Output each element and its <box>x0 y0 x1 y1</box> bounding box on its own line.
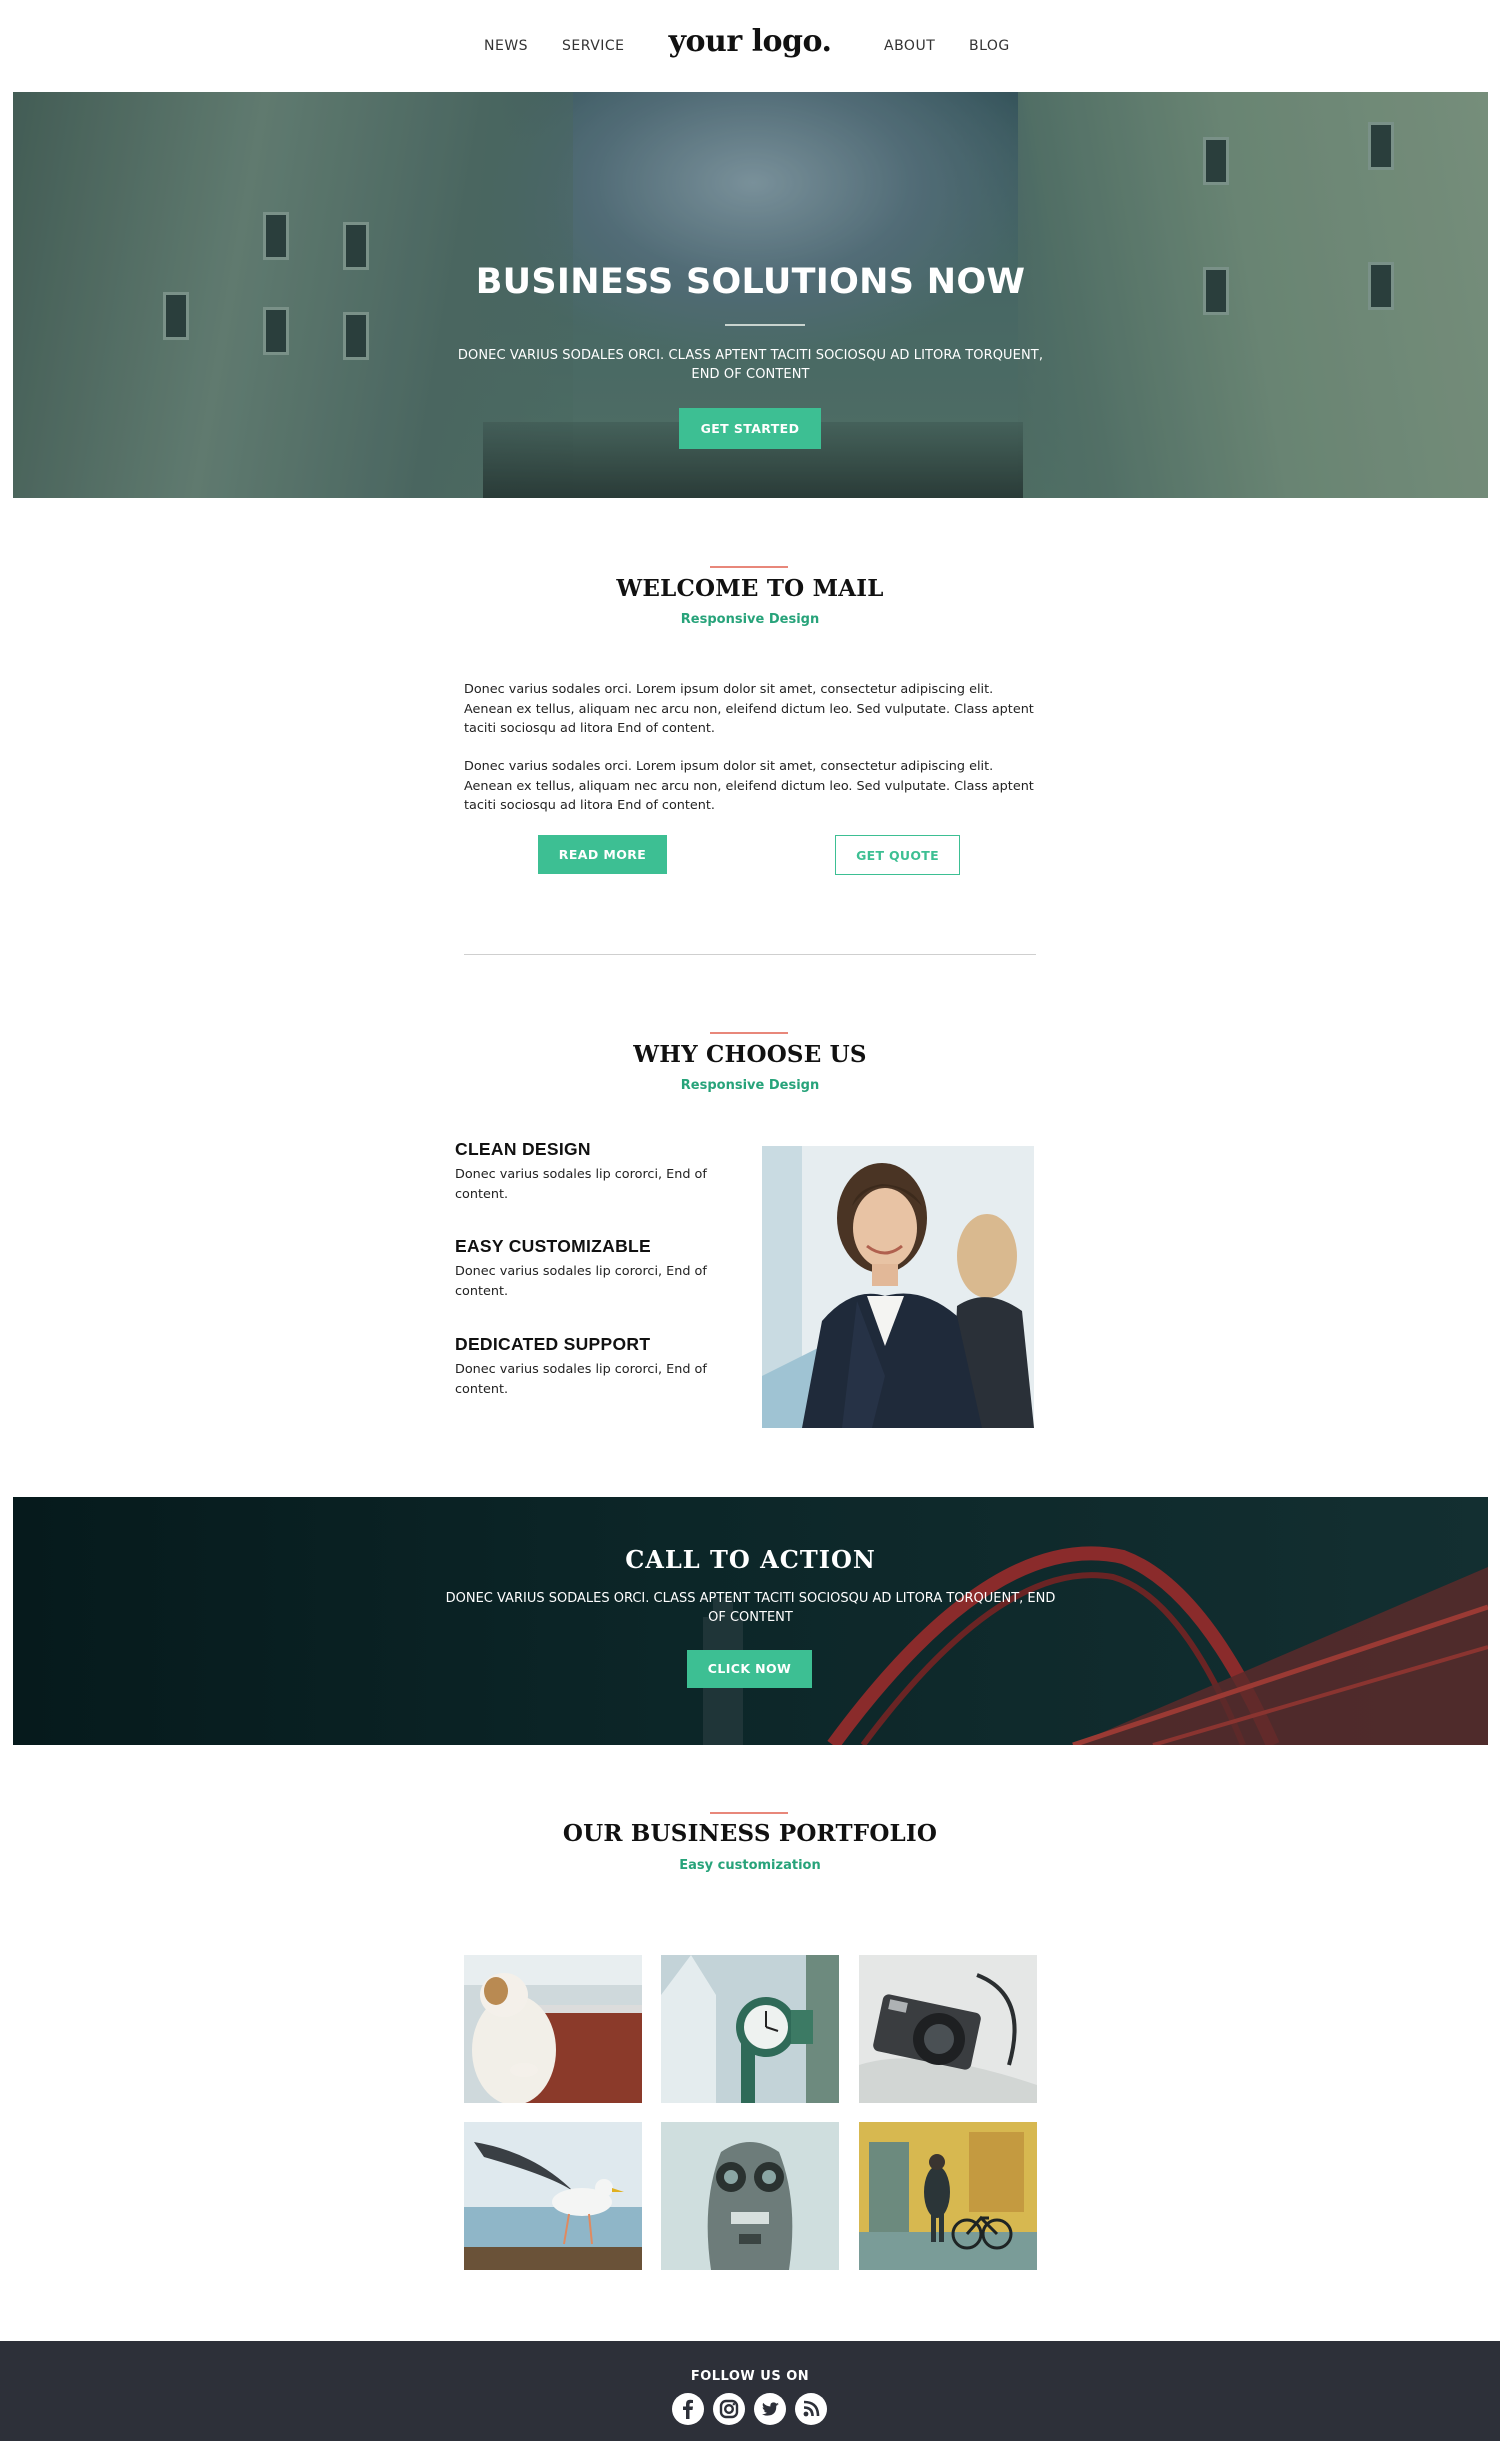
nav-link-blog[interactable]: BLOG <box>969 38 1010 54</box>
portfolio-image-binoculars[interactable] <box>661 2122 839 2270</box>
businesswoman-illustration <box>762 1146 1034 1428</box>
portfolio-image-clock[interactable] <box>661 1955 839 2103</box>
why-subtitle: Responsive Design <box>680 1078 820 1093</box>
seagull-image <box>464 2122 642 2270</box>
welcome-paragraph: Donec varius sodales orci. Lorem ipsum d… <box>464 682 1034 736</box>
click-now-button[interactable]: CLICK NOW <box>687 1650 812 1688</box>
feature-text: Donec varius sodales lip cororci, End of… <box>455 1264 707 1299</box>
welcome-subtitle: Responsive Design <box>680 612 820 627</box>
cta-title: CALL TO ACTION <box>625 1545 876 1574</box>
portfolio-image-cat[interactable] <box>464 1955 642 2103</box>
get-started-button[interactable]: GET STARTED <box>679 408 821 449</box>
portfolio-subtitle: Easy customization <box>679 1858 821 1873</box>
follow-us-label: FOLLOW US ON <box>690 2369 810 2384</box>
read-more-button[interactable]: READ MORE <box>538 835 667 874</box>
hero-banner: BUSINESS SOLUTIONS NOW DONEC VARIUS SODA… <box>13 92 1488 498</box>
portfolio-image-bicycle[interactable] <box>859 2122 1037 2270</box>
cta-text: DONEC VARIUS SODALES ORCI. CLASS APTENT … <box>445 1591 1056 1625</box>
logo[interactable]: your logo. <box>669 24 832 59</box>
portfolio-image-camera[interactable] <box>859 1955 1037 2103</box>
get-quote-button[interactable]: GET QUOTE <box>835 835 960 875</box>
hero-text: DONEC VARIUS SODALES ORCI. CLASS APTENT … <box>457 348 1044 382</box>
call-to-action-banner: CALL TO ACTION DONEC VARIUS SODALES ORCI… <box>13 1497 1488 1745</box>
portfolio-image-seagull[interactable] <box>464 2122 642 2270</box>
nav-link-service[interactable]: SERVICE <box>562 38 625 54</box>
nav-link-news[interactable]: NEWS <box>484 38 528 54</box>
why-title: WHY CHOOSE US <box>633 1041 867 1068</box>
camera-image <box>859 1955 1037 2103</box>
coin-binoculars-image <box>661 2122 839 2270</box>
feature-title: EASY CUSTOMIZABLE <box>455 1236 652 1256</box>
top-navigation: NEWS SERVICE your logo. ABOUT BLOG <box>0 0 1500 92</box>
cat-at-window-image <box>464 1955 642 2103</box>
welcome-paragraph: Donec varius sodales orci. Lorem ipsum d… <box>464 759 1034 813</box>
feature-title: DEDICATED SUPPORT <box>455 1334 651 1354</box>
hero-title: BUSINESS SOLUTIONS NOW <box>475 262 1026 302</box>
street-clock-image <box>661 1955 839 2103</box>
feature-title: CLEAN DESIGN <box>455 1139 591 1159</box>
businesswoman-photo <box>762 1146 1034 1428</box>
twitter-icon[interactable] <box>754 2393 786 2425</box>
section-accent-line <box>710 566 788 568</box>
feature-text: Donec varius sodales lip cororci, End of… <box>455 1167 707 1202</box>
nav-link-about[interactable]: ABOUT <box>884 38 935 54</box>
section-divider <box>464 954 1036 955</box>
welcome-title: WELCOME TO MAIL <box>616 575 884 602</box>
facebook-icon[interactable] <box>672 2393 704 2425</box>
hero-divider <box>725 324 805 326</box>
feature-text: Donec varius sodales lip cororci, End of… <box>455 1362 707 1397</box>
footer: FOLLOW US ON <box>0 2341 1500 2441</box>
rss-icon[interactable] <box>795 2393 827 2425</box>
section-accent-line <box>710 1812 788 1814</box>
portfolio-title: OUR BUSINESS PORTFOLIO <box>562 1820 938 1847</box>
man-with-bicycle-image <box>859 2122 1037 2270</box>
instagram-icon[interactable] <box>713 2393 745 2425</box>
section-accent-line <box>710 1032 788 1034</box>
